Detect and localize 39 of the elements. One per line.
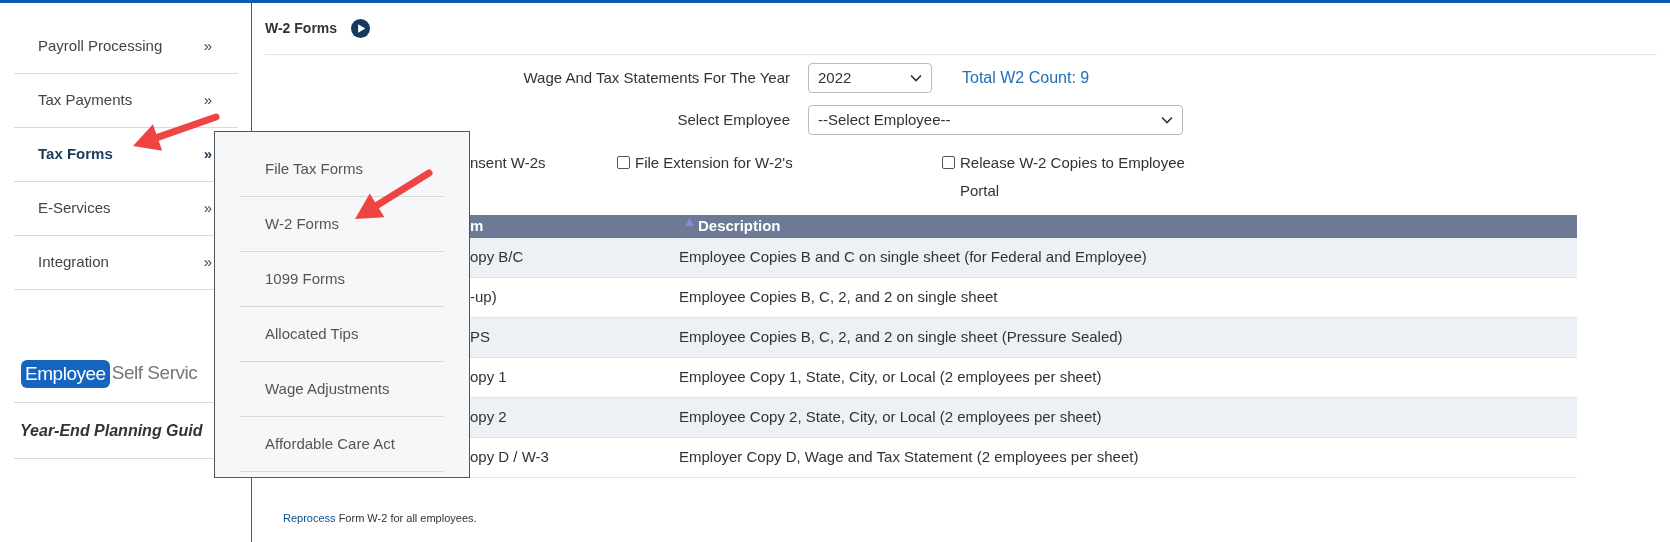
menu-item[interactable]: Wage Adjustments bbox=[240, 362, 444, 417]
year-label: Wage And Tax Statements For The Year bbox=[522, 67, 790, 88]
table-cell: Employee Copies B, C, 2, and 2 on single sheet bbox=[679, 288, 998, 306]
play-icon[interactable] bbox=[351, 19, 371, 38]
sidebar-item[interactable]: Payroll Processing » bbox=[14, 20, 238, 74]
employee-select[interactable]: --Select Employee-- bbox=[808, 105, 1183, 135]
table-cell: Employee Copy 1, State, City, or Local (2 employees per sheet) bbox=[679, 368, 1102, 386]
chevron-down-icon bbox=[910, 74, 922, 82]
table-cell: opy B/C bbox=[470, 248, 524, 266]
checkbox-label: File Extension for W-2's bbox=[635, 153, 793, 173]
table-cell: Employee Copy 2, State, City, or Local (2 employees per sheet) bbox=[679, 408, 1102, 426]
guide-link[interactable]: Year-End Planning Guid bbox=[20, 418, 203, 443]
chevron-down-icon bbox=[1161, 116, 1173, 124]
menu-item[interactable]: Allocated Tips bbox=[240, 307, 444, 362]
reprocess-note: Reprocess Form W-2 for all employees. bbox=[283, 512, 477, 524]
table-cell: -up) bbox=[470, 288, 497, 306]
table-cell: opy 1 bbox=[470, 368, 507, 386]
table-cell: Employee Copies B and C on single sheet (for Federal and Employee) bbox=[679, 248, 1147, 266]
logo-text: Self Servic bbox=[111, 361, 198, 386]
checkbox-label: Release W-2 Copies to Employee Portal bbox=[960, 153, 1186, 201]
menu-item[interactable]: Affordable Care Act bbox=[240, 417, 444, 472]
option-label: nsent W-2s bbox=[470, 153, 547, 173]
table-cell: PS bbox=[470, 328, 490, 346]
table-cell: opy 2 bbox=[470, 408, 507, 426]
reprocess-link[interactable]: Reprocess bbox=[283, 512, 336, 524]
table-cell: opy D / W-3 bbox=[470, 448, 549, 466]
employee-label: Select Employee bbox=[676, 109, 790, 130]
table-cell: Employee Copies B, C, 2, and 2 on single sheet (Pressure Sealed) bbox=[679, 328, 1123, 346]
checkbox[interactable] bbox=[942, 156, 955, 169]
total-count: Total W2 Count: 9 bbox=[962, 68, 1090, 88]
menu-item[interactable]: File Tax Forms bbox=[240, 142, 444, 197]
logo-badge: Employee bbox=[21, 359, 110, 388]
checkbox[interactable] bbox=[617, 156, 630, 169]
year-select[interactable]: 2022 bbox=[808, 63, 932, 93]
menu-item[interactable]: 1099 Forms bbox=[240, 252, 444, 307]
table-cell: Employer Copy D, Wage and Tax Statement (2 employees per sheet) bbox=[679, 448, 1139, 466]
column-header[interactable]: Description bbox=[677, 215, 1577, 238]
page-title: W-2 Forms bbox=[265, 19, 338, 38]
sidebar-item[interactable]: Tax Payments » bbox=[14, 74, 238, 128]
